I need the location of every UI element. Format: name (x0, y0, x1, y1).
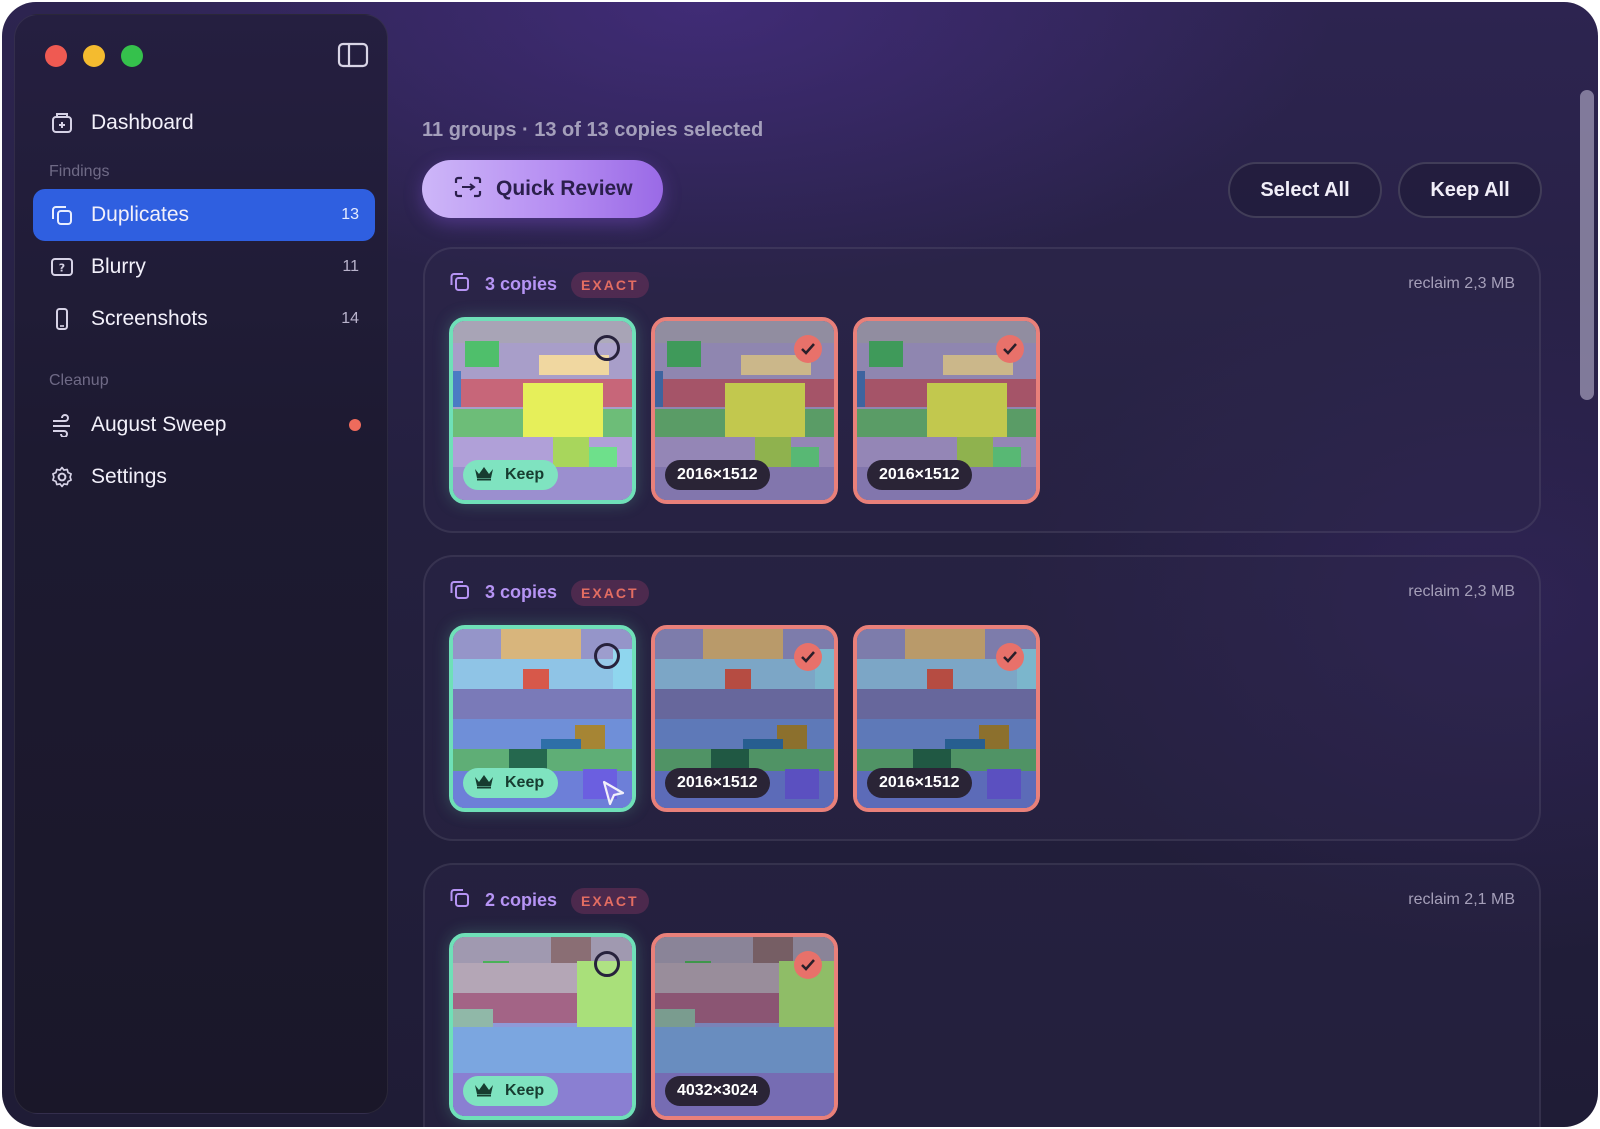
checkmark-icon[interactable] (794, 643, 822, 671)
zoom-window-button[interactable] (121, 45, 143, 67)
keep-tag: Keep (463, 460, 559, 490)
checkmark-icon[interactable] (996, 643, 1024, 671)
copies-count: 2 copies (485, 890, 558, 910)
sidebar: Dashboard Findings Duplicates 13 ? Blurr… (14, 14, 388, 1114)
pointer-cursor-icon (601, 779, 627, 808)
vertical-scrollbar[interactable] (1580, 90, 1594, 400)
duplicates-icon (49, 202, 75, 228)
section-label-cleanup: Cleanup (49, 372, 109, 389)
quick-review-button[interactable]: Quick Review (422, 160, 663, 218)
crown-icon (473, 1081, 495, 1102)
keep-label: Keep (505, 1082, 545, 1099)
sidebar-item-label: Dashboard (91, 111, 194, 134)
exact-badge: EXACT (571, 271, 649, 298)
copies-icon (449, 579, 471, 606)
select-toggle[interactable] (594, 951, 620, 977)
close-window-button[interactable] (45, 45, 67, 67)
copies-count: 3 copies (485, 582, 558, 602)
select-all-button[interactable]: Select All (1228, 162, 1382, 218)
review-icon (454, 176, 482, 203)
copies-count: 3 copies (485, 274, 558, 294)
sidebar-item-august-sweep[interactable]: August Sweep (33, 399, 375, 451)
resolution-label: 2016×1512 (665, 460, 770, 490)
sidebar-item-dashboard[interactable]: Dashboard (33, 97, 375, 149)
duplicate-group: 2 copies EXACT reclaim 2,1 MB Keep 4032×… (423, 863, 1541, 1127)
sidebar-item-label: Blurry (91, 255, 146, 278)
sweep-icon (49, 412, 75, 438)
section-label-findings: Findings (49, 163, 110, 180)
sidebar-item-blurry[interactable]: ? Blurry 11 (33, 241, 375, 293)
resolution-label: 2016×1512 (867, 460, 972, 490)
reclaim-size: reclaim 2,3 MB (1408, 275, 1515, 292)
select-toggle[interactable] (594, 335, 620, 361)
keep-label: Keep (505, 774, 545, 791)
photo-thumbnail[interactable]: 2016×1512 (853, 317, 1040, 504)
duplicate-group: 3 copies EXACT reclaim 2,3 MB Keep 2016×… (423, 247, 1541, 533)
sidebar-item-label: Duplicates (91, 203, 190, 226)
reclaim-size: reclaim 2,3 MB (1408, 583, 1515, 600)
count-badge: 13 (341, 206, 359, 223)
copies-icon (449, 887, 471, 914)
crown-icon (473, 465, 495, 486)
keep-tag: Keep (463, 1076, 559, 1106)
photo-thumbnail[interactable]: 4032×3024 (651, 933, 838, 1120)
reclaim-size: reclaim 2,1 MB (1408, 891, 1515, 908)
sidebar-item-label: August Sweep (91, 413, 227, 436)
count-badge: 11 (342, 258, 359, 275)
select-toggle[interactable] (594, 643, 620, 669)
exact-badge: EXACT (571, 887, 649, 914)
checkmark-icon[interactable] (794, 335, 822, 363)
selection-summary: 11 groups · 13 of 13 copies selected (422, 119, 764, 141)
count-badge: 14 (341, 310, 359, 327)
minimize-window-button[interactable] (83, 45, 105, 67)
sidebar-item-duplicates[interactable]: Duplicates 13 (33, 189, 375, 241)
photo-thumbnail[interactable]: Keep (449, 317, 636, 504)
resolution-label: 2016×1512 (867, 768, 972, 798)
exact-badge: EXACT (571, 579, 649, 606)
checkmark-icon[interactable] (996, 335, 1024, 363)
keep-all-button[interactable]: Keep All (1398, 162, 1542, 218)
photo-thumbnail[interactable]: 2016×1512 (651, 625, 838, 812)
keep-label: Keep (505, 466, 545, 483)
sidebar-item-label: Screenshots (91, 307, 208, 330)
group-header: 3 copies EXACT (449, 579, 649, 606)
app-window: Dashboard Findings Duplicates 13 ? Blurr… (2, 2, 1598, 1127)
photo-thumbnail[interactable]: Keep (449, 933, 636, 1120)
screenshot-icon (49, 306, 75, 332)
photo-thumbnail[interactable]: 2016×1512 (853, 625, 1040, 812)
resolution-label: 4032×3024 (665, 1076, 770, 1106)
sidebar-item-screenshots[interactable]: Screenshots 14 (33, 293, 375, 345)
svg-text:?: ? (59, 262, 65, 275)
resolution-label: 2016×1512 (665, 768, 770, 798)
checkmark-icon[interactable] (794, 951, 822, 979)
duplicate-group: 3 copies EXACT reclaim 2,3 MB Keep 2016×… (423, 555, 1541, 841)
quick-review-label: Quick Review (496, 177, 633, 200)
keep-tag: Keep (463, 768, 559, 798)
photo-thumbnail[interactable]: 2016×1512 (651, 317, 838, 504)
group-header: 2 copies EXACT (449, 887, 649, 914)
sidebar-item-label: Settings (91, 465, 167, 488)
sidebar-toggle-icon[interactable] (337, 41, 369, 69)
dashboard-icon (49, 110, 75, 136)
copies-icon (449, 271, 471, 298)
photo-thumbnail[interactable]: Keep (449, 625, 636, 812)
group-header: 3 copies EXACT (449, 271, 649, 298)
gear-icon (49, 464, 75, 490)
crown-icon (473, 773, 495, 794)
sidebar-item-settings[interactable]: Settings (33, 451, 375, 503)
blurry-icon: ? (49, 254, 75, 280)
notification-dot (349, 419, 361, 431)
